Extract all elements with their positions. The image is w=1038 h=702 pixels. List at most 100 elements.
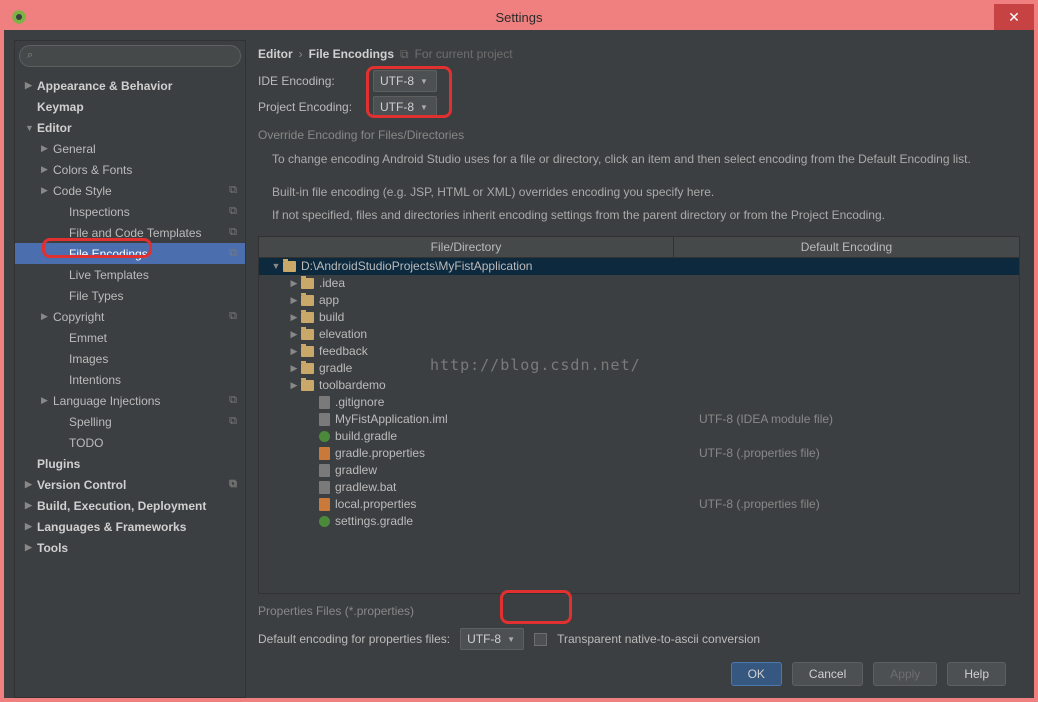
- table-row[interactable]: settings.gradle: [259, 513, 1019, 530]
- table-row[interactable]: gradle.propertiesUTF-8 (.properties file…: [259, 445, 1019, 462]
- button-bar: OK Cancel Apply Help: [254, 650, 1024, 698]
- sidebar: ⌕ ▶Appearance & BehaviorKeymap▼Editor▶Ge…: [14, 40, 246, 698]
- search-icon: ⌕: [27, 49, 33, 62]
- breadcrumb-part: Editor: [258, 47, 293, 61]
- app-icon: [10, 8, 28, 26]
- copy-icon: ⧉: [229, 205, 237, 218]
- sidebar-item[interactable]: File Types: [15, 285, 245, 306]
- sidebar-item[interactable]: ▼Editor: [15, 117, 245, 138]
- properties-icon: [319, 498, 330, 511]
- table-row[interactable]: build.gradle: [259, 428, 1019, 445]
- copy-icon: ⧉: [229, 247, 237, 260]
- sidebar-item[interactable]: ▶Build, Execution, Deployment: [15, 495, 245, 516]
- ok-button[interactable]: OK: [731, 662, 782, 686]
- chevron-down-icon: ▼: [420, 77, 428, 86]
- window-title: Settings: [496, 10, 543, 25]
- table-row[interactable]: ▼D:\AndroidStudioProjects\MyFistApplicat…: [259, 258, 1019, 275]
- ide-encoding-label: IDE Encoding:: [258, 74, 363, 88]
- breadcrumb-part: File Encodings: [309, 47, 394, 61]
- close-button[interactable]: ✕: [994, 4, 1034, 30]
- help-button[interactable]: Help: [947, 662, 1006, 686]
- sidebar-item[interactable]: ▶Code Style⧉: [15, 180, 245, 201]
- table-row[interactable]: ▶toolbardemo: [259, 377, 1019, 394]
- copy-icon: ⧉: [229, 394, 237, 407]
- table-row[interactable]: ▶feedback: [259, 343, 1019, 360]
- chevron-down-icon: ▼: [420, 103, 428, 112]
- file-icon: [319, 464, 330, 477]
- override-desc: To change encoding Android Studio uses f…: [254, 146, 1024, 173]
- main-panel: Editor › File Encodings ⧉ For current pr…: [254, 40, 1024, 698]
- table-row[interactable]: gradlew: [259, 462, 1019, 479]
- table-row[interactable]: ▶elevation: [259, 326, 1019, 343]
- table-row[interactable]: ▶build: [259, 309, 1019, 326]
- breadcrumb: Editor › File Encodings ⧉ For current pr…: [254, 40, 1024, 68]
- copy-icon: ⧉: [229, 184, 237, 197]
- file-icon: [319, 413, 330, 426]
- project-encoding-label: Project Encoding:: [258, 100, 363, 114]
- sidebar-item[interactable]: Live Templates: [15, 264, 245, 285]
- settings-tree[interactable]: ▶Appearance & BehaviorKeymap▼Editor▶Gene…: [15, 71, 245, 697]
- ide-encoding-select[interactable]: UTF-8▼: [373, 70, 437, 92]
- sidebar-item[interactable]: Intentions: [15, 369, 245, 390]
- encoding-table: File/Directory Default Encoding ▼D:\Andr…: [258, 236, 1020, 594]
- breadcrumb-hint: For current project: [415, 47, 513, 61]
- properties-icon: [319, 447, 330, 460]
- sidebar-item[interactable]: File Encodings⧉: [15, 243, 245, 264]
- folder-icon: [301, 363, 314, 374]
- sidebar-item[interactable]: ▶Tools: [15, 537, 245, 558]
- sidebar-item[interactable]: ▶Copyright⧉: [15, 306, 245, 327]
- transparent-label: Transparent native-to-ascii conversion: [557, 632, 760, 646]
- table-row[interactable]: ▶gradle: [259, 360, 1019, 377]
- file-icon: [319, 396, 330, 409]
- sidebar-item[interactable]: Inspections⧉: [15, 201, 245, 222]
- table-body[interactable]: ▼D:\AndroidStudioProjects\MyFistApplicat…: [259, 258, 1019, 593]
- sidebar-item[interactable]: Emmet: [15, 327, 245, 348]
- sidebar-item[interactable]: ▶Colors & Fonts: [15, 159, 245, 180]
- folder-icon: [301, 278, 314, 289]
- table-row[interactable]: MyFistApplication.imlUTF-8 (IDEA module …: [259, 411, 1019, 428]
- table-header-file[interactable]: File/Directory: [259, 237, 674, 257]
- override-desc: Built-in file encoding (e.g. JSP, HTML o…: [254, 173, 1024, 206]
- copy-icon: ⧉: [229, 226, 237, 239]
- folder-icon: [301, 329, 314, 340]
- sidebar-item[interactable]: Images: [15, 348, 245, 369]
- folder-icon: [301, 346, 314, 357]
- table-row[interactable]: gradlew.bat: [259, 479, 1019, 496]
- sidebar-item[interactable]: Keymap: [15, 96, 245, 117]
- override-title: Override Encoding for Files/Directories: [254, 120, 1024, 146]
- folder-icon: [301, 312, 314, 323]
- transparent-checkbox[interactable]: [534, 633, 547, 646]
- folder-icon: [301, 380, 314, 391]
- sidebar-item[interactable]: File and Code Templates⧉: [15, 222, 245, 243]
- gradle-icon: [319, 516, 330, 527]
- sidebar-item[interactable]: ▶Languages & Frameworks: [15, 516, 245, 537]
- copy-icon: ⧉: [229, 415, 237, 428]
- props-encoding-select[interactable]: UTF-8▼: [460, 628, 524, 650]
- sidebar-item[interactable]: ▶General: [15, 138, 245, 159]
- sidebar-item[interactable]: ▶Language Injections⧉: [15, 390, 245, 411]
- sidebar-item[interactable]: ▶Appearance & Behavior: [15, 75, 245, 96]
- file-icon: [319, 481, 330, 494]
- sidebar-item[interactable]: ▶Version Control⧉: [15, 474, 245, 495]
- sidebar-item[interactable]: Spelling⧉: [15, 411, 245, 432]
- cancel-button[interactable]: Cancel: [792, 662, 863, 686]
- apply-button[interactable]: Apply: [873, 662, 937, 686]
- search-input[interactable]: [19, 45, 241, 67]
- sidebar-item[interactable]: Plugins: [15, 453, 245, 474]
- table-row[interactable]: ▶.idea: [259, 275, 1019, 292]
- gradle-icon: [319, 431, 330, 442]
- override-desc: If not specified, files and directories …: [254, 206, 1024, 229]
- titlebar: Settings ✕: [4, 4, 1034, 30]
- table-row[interactable]: ▶app: [259, 292, 1019, 309]
- copy-icon: ⧉: [229, 478, 237, 491]
- sidebar-item[interactable]: TODO: [15, 432, 245, 453]
- table-row[interactable]: local.propertiesUTF-8 (.properties file): [259, 496, 1019, 513]
- project-encoding-select[interactable]: UTF-8▼: [373, 96, 437, 118]
- chevron-down-icon: ▼: [507, 635, 515, 644]
- table-row[interactable]: .gitignore: [259, 394, 1019, 411]
- table-header-encoding[interactable]: Default Encoding: [674, 237, 1019, 257]
- props-encoding-label: Default encoding for properties files:: [258, 632, 450, 646]
- copy-icon: ⧉: [229, 310, 237, 323]
- props-title: Properties Files (*.properties): [258, 604, 1020, 618]
- folder-icon: [283, 261, 296, 272]
